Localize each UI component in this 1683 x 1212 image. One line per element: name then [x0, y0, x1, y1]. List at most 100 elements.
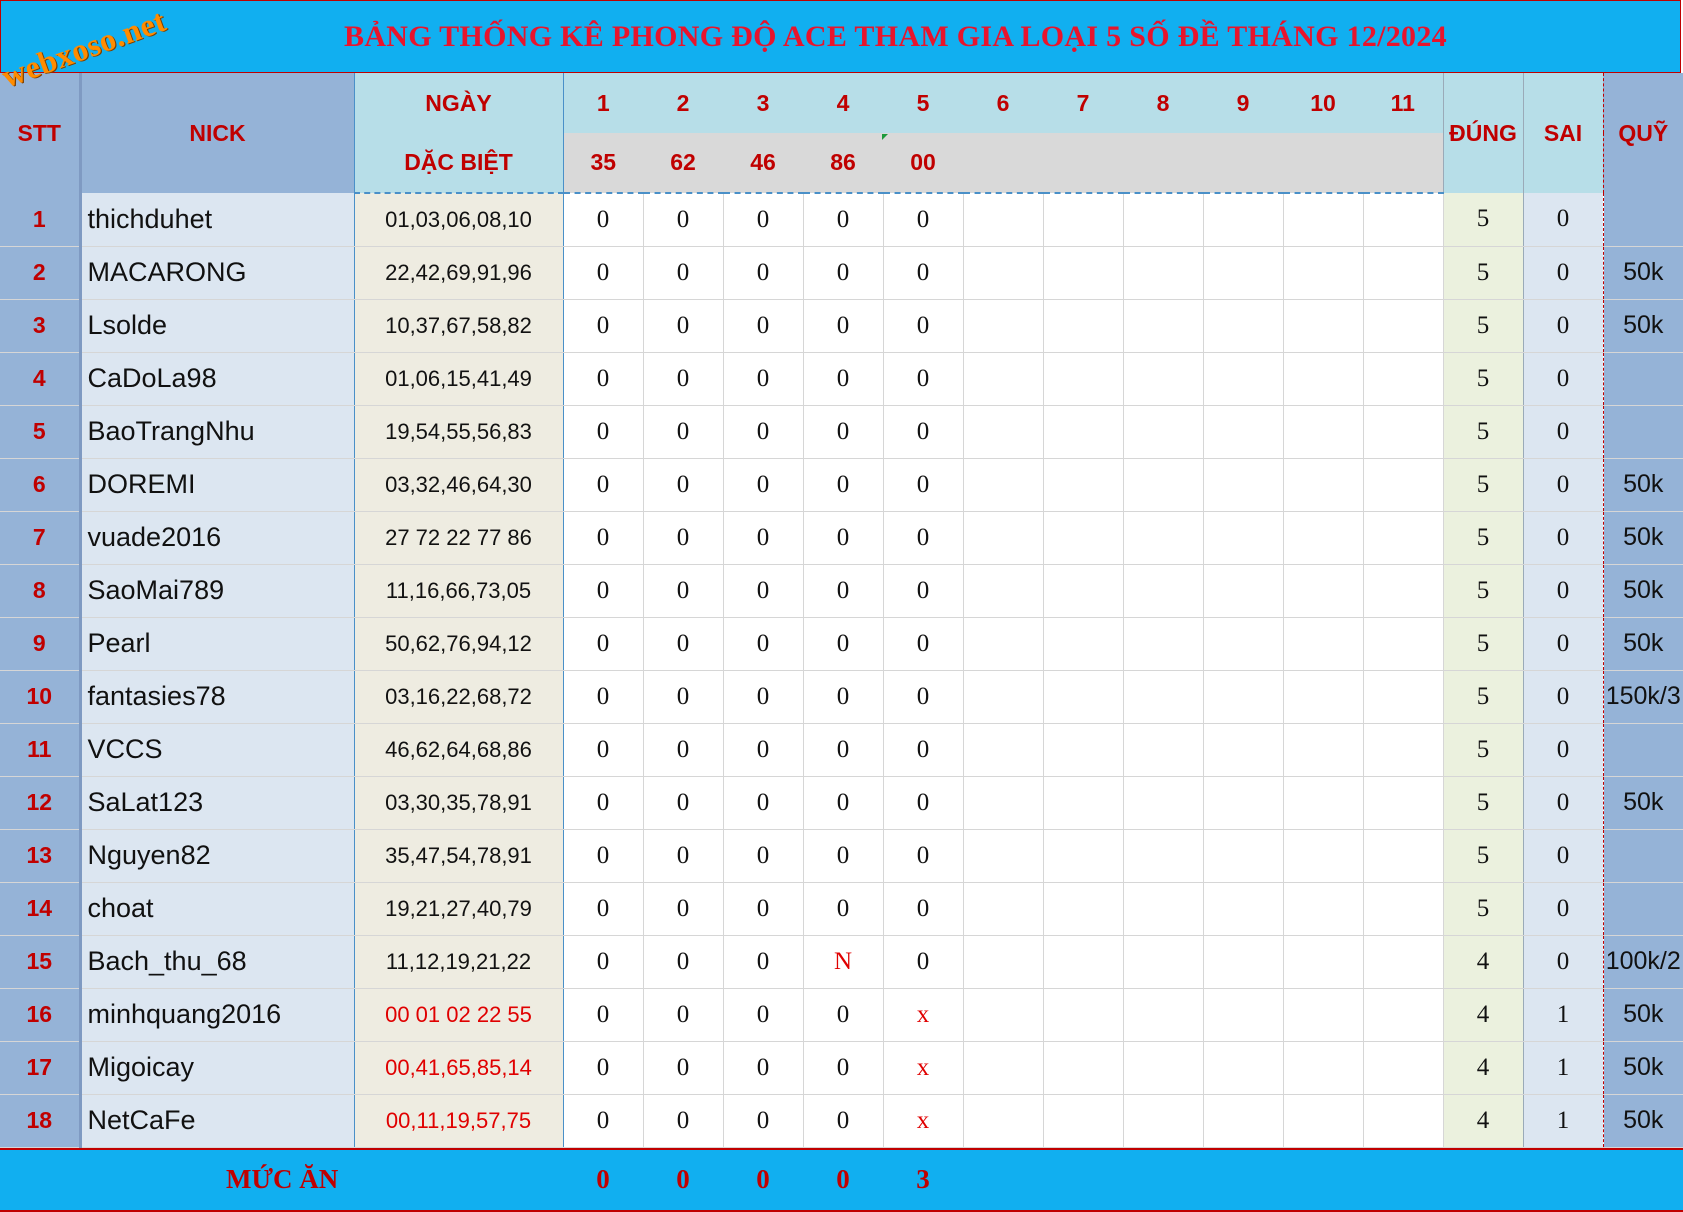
row-numbers[interactable]: 00,11,19,57,75 [354, 1094, 564, 1148]
row-day-11-cell[interactable] [1363, 723, 1444, 777]
row-day-8-cell[interactable] [1123, 1041, 1204, 1095]
row-day-5-cell[interactable]: 0 [883, 299, 964, 353]
row-day-9-cell[interactable] [1203, 723, 1284, 777]
row-day-3-cell[interactable]: 0 [723, 723, 804, 777]
row-day-11-cell[interactable] [1363, 299, 1444, 353]
row-day-2-cell[interactable]: 0 [643, 829, 724, 883]
row-day-1-cell[interactable]: 0 [563, 299, 644, 353]
row-day-10-cell[interactable] [1283, 723, 1364, 777]
row-day-10-cell[interactable] [1283, 988, 1364, 1042]
row-day-8-cell[interactable] [1123, 829, 1204, 883]
row-day-3-cell[interactable]: 0 [723, 405, 804, 459]
row-nick[interactable]: SaLat123 [80, 776, 355, 830]
row-day-7-cell[interactable] [1043, 511, 1124, 565]
row-day-6-cell[interactable] [963, 246, 1044, 300]
row-day-7-cell[interactable] [1043, 1094, 1124, 1148]
row-day-7-cell[interactable] [1043, 670, 1124, 724]
row-day-4-cell[interactable]: 0 [803, 1041, 884, 1095]
row-day-2-cell[interactable]: 0 [643, 246, 724, 300]
row-day-6-cell[interactable] [963, 670, 1044, 724]
row-numbers[interactable]: 19,54,55,56,83 [354, 405, 564, 459]
row-day-5-cell[interactable]: 0 [883, 617, 964, 671]
row-day-9-cell[interactable] [1203, 670, 1284, 724]
row-day-6-cell[interactable] [963, 1094, 1044, 1148]
row-day-1-cell[interactable]: 0 [563, 988, 644, 1042]
row-day-9-cell[interactable] [1203, 352, 1284, 406]
row-day-11-cell[interactable] [1363, 882, 1444, 936]
row-numbers[interactable]: 27 72 22 77 86 [354, 511, 564, 565]
row-day-11-cell[interactable] [1363, 988, 1444, 1042]
row-day-10-cell[interactable] [1283, 405, 1364, 459]
row-day-5-cell[interactable]: 0 [883, 829, 964, 883]
row-day-9-cell[interactable] [1203, 458, 1284, 512]
row-day-6-cell[interactable] [963, 882, 1044, 936]
row-day-3-cell[interactable]: 0 [723, 1041, 804, 1095]
row-day-2-cell[interactable]: 0 [643, 193, 724, 247]
row-day-11-cell[interactable] [1363, 246, 1444, 300]
row-day-5-cell[interactable]: 0 [883, 670, 964, 724]
row-day-8-cell[interactable] [1123, 1094, 1204, 1148]
row-day-1-cell[interactable]: 0 [563, 458, 644, 512]
row-day-9-cell[interactable] [1203, 246, 1284, 300]
row-day-9-cell[interactable] [1203, 829, 1284, 883]
row-day-9-cell[interactable] [1203, 776, 1284, 830]
row-day-10-cell[interactable] [1283, 617, 1364, 671]
row-day-7-cell[interactable] [1043, 299, 1124, 353]
row-day-8-cell[interactable] [1123, 405, 1204, 459]
row-day-4-cell[interactable]: 0 [803, 458, 884, 512]
row-day-4-cell[interactable]: 0 [803, 352, 884, 406]
row-day-10-cell[interactable] [1283, 193, 1364, 247]
row-day-9-cell[interactable] [1203, 405, 1284, 459]
row-day-10-cell[interactable] [1283, 246, 1364, 300]
row-numbers[interactable]: 50,62,76,94,12 [354, 617, 564, 671]
row-day-11-cell[interactable] [1363, 511, 1444, 565]
row-nick[interactable]: vuade2016 [80, 511, 355, 565]
row-numbers[interactable]: 03,16,22,68,72 [354, 670, 564, 724]
row-day-10-cell[interactable] [1283, 935, 1364, 989]
row-day-3-cell[interactable]: 0 [723, 776, 804, 830]
row-day-6-cell[interactable] [963, 617, 1044, 671]
row-nick[interactable]: Pearl [80, 617, 355, 671]
row-day-2-cell[interactable]: 0 [643, 617, 724, 671]
row-numbers[interactable]: 22,42,69,91,96 [354, 246, 564, 300]
row-numbers[interactable]: 00,41,65,85,14 [354, 1041, 564, 1095]
row-day-5-cell[interactable]: 0 [883, 352, 964, 406]
row-day-5-cell[interactable]: 0 [883, 882, 964, 936]
row-day-8-cell[interactable] [1123, 935, 1204, 989]
row-day-3-cell[interactable]: 0 [723, 564, 804, 618]
row-day-5-cell[interactable]: 0 [883, 246, 964, 300]
row-day-8-cell[interactable] [1123, 988, 1204, 1042]
row-day-6-cell[interactable] [963, 458, 1044, 512]
row-day-5-cell[interactable]: 0 [883, 458, 964, 512]
row-day-4-cell[interactable]: 0 [803, 511, 884, 565]
row-nick[interactable]: BaoTrangNhu [80, 405, 355, 459]
row-day-7-cell[interactable] [1043, 988, 1124, 1042]
row-day-1-cell[interactable]: 0 [563, 723, 644, 777]
row-day-5-cell[interactable]: 0 [883, 193, 964, 247]
row-nick[interactable]: choat [80, 882, 355, 936]
row-day-10-cell[interactable] [1283, 299, 1364, 353]
row-day-11-cell[interactable] [1363, 617, 1444, 671]
row-day-4-cell[interactable]: 0 [803, 829, 884, 883]
row-day-10-cell[interactable] [1283, 670, 1364, 724]
row-day-8-cell[interactable] [1123, 723, 1204, 777]
row-day-3-cell[interactable]: 0 [723, 511, 804, 565]
row-numbers[interactable]: 11,16,66,73,05 [354, 564, 564, 618]
row-day-9-cell[interactable] [1203, 1041, 1284, 1095]
row-day-2-cell[interactable]: 0 [643, 1041, 724, 1095]
row-day-2-cell[interactable]: 0 [643, 670, 724, 724]
row-day-7-cell[interactable] [1043, 458, 1124, 512]
row-day-5-cell[interactable]: x [883, 988, 964, 1042]
row-day-4-cell[interactable]: 0 [803, 882, 884, 936]
row-nick[interactable]: minhquang2016 [80, 988, 355, 1042]
row-day-11-cell[interactable] [1363, 776, 1444, 830]
row-day-7-cell[interactable] [1043, 564, 1124, 618]
row-day-1-cell[interactable]: 0 [563, 776, 644, 830]
row-day-6-cell[interactable] [963, 988, 1044, 1042]
row-nick[interactable]: MACARONG [80, 246, 355, 300]
row-day-7-cell[interactable] [1043, 882, 1124, 936]
row-day-3-cell[interactable]: 0 [723, 988, 804, 1042]
row-day-7-cell[interactable] [1043, 193, 1124, 247]
row-day-8-cell[interactable] [1123, 246, 1204, 300]
row-day-3-cell[interactable]: 0 [723, 246, 804, 300]
